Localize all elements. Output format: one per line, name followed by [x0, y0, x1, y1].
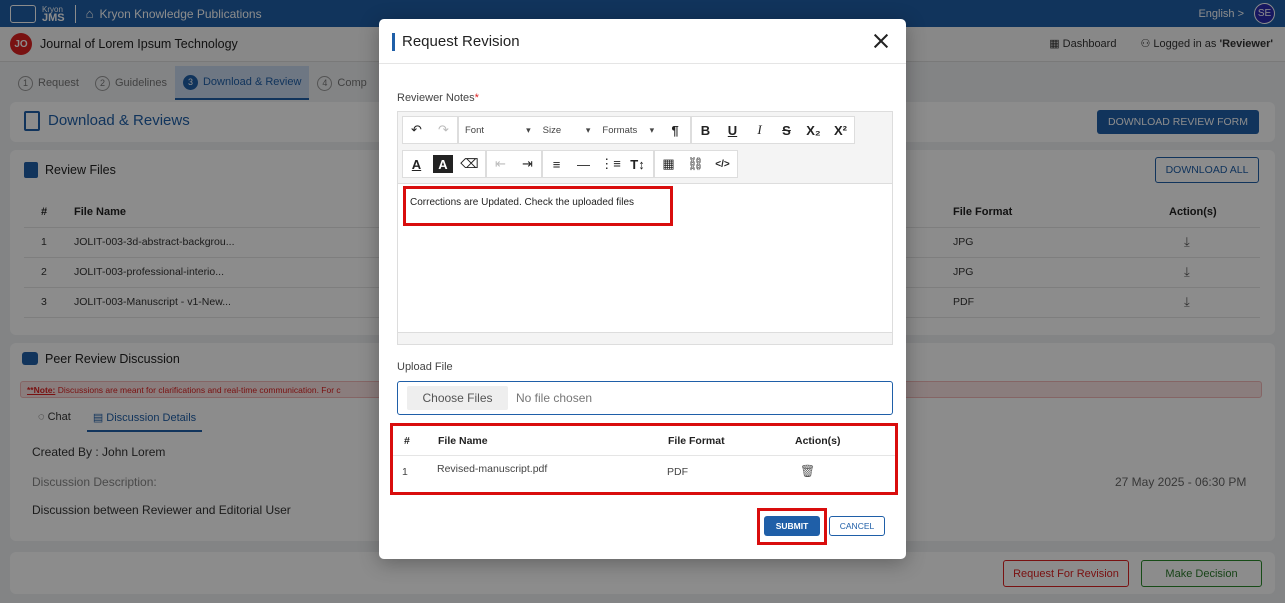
align-left-icon[interactable]: ≡: [543, 151, 570, 177]
highlight-color-icon[interactable]: A: [433, 155, 453, 173]
upload-file-label: Upload File: [397, 361, 453, 373]
italic-icon[interactable]: I: [746, 117, 773, 143]
paragraph-icon[interactable]: ¶: [660, 117, 690, 143]
file-upload-input[interactable]: Choose Files No file chosen: [397, 381, 893, 415]
no-file-text: No file chosen: [516, 391, 593, 405]
table-icon[interactable]: ▦: [655, 151, 682, 177]
chevron-down-icon: ▾: [526, 124, 531, 135]
line-height-icon[interactable]: T↕: [624, 151, 651, 177]
modal-title: Request Revision: [392, 33, 520, 51]
notes-highlight-box: [403, 186, 673, 226]
editor-toolbar: ↶ ↷ Font ▾ Size ▾ Formats ▾ ¶ B U I S X₂ X²…: [398, 112, 892, 184]
code-view-icon[interactable]: </>: [709, 151, 736, 177]
formats-select[interactable]: Formats ▾: [596, 117, 660, 143]
redo-icon[interactable]: ↷: [430, 117, 457, 143]
request-revision-modal: Request Revision Reviewer Notes* ↶ ↷ Fon…: [379, 19, 906, 559]
link-icon[interactable]: ⛓: [682, 151, 709, 177]
font-group: Font ▾ Size ▾ Formats ▾ ¶: [458, 116, 691, 144]
ordered-list-icon[interactable]: ⋮≡: [597, 151, 624, 177]
text-style-group: B U I S X₂ X²: [691, 116, 855, 144]
strikethrough-icon[interactable]: S: [773, 117, 800, 143]
bold-icon[interactable]: B: [692, 117, 719, 143]
undo-icon[interactable]: ↶: [403, 117, 430, 143]
notes-label-text: Reviewer Notes: [397, 92, 475, 104]
text-color-icon[interactable]: A: [403, 151, 430, 177]
required-mark: *: [474, 92, 479, 104]
indent-icon[interactable]: ⇥: [514, 151, 541, 177]
reviewer-notes-label: Reviewer Notes*: [397, 92, 479, 104]
indent-group: ⇤ ⇥: [486, 150, 542, 178]
font-select-label: Font: [465, 124, 485, 136]
superscript-icon[interactable]: X²: [827, 117, 854, 143]
horizontal-rule-icon[interactable]: —: [570, 151, 597, 177]
formats-select-label: Formats: [602, 124, 638, 136]
uploaded-files-highlight-box: [390, 423, 898, 495]
rich-text-editor: ↶ ↷ Font ▾ Size ▾ Formats ▾ ¶ B U I S X₂ X²…: [397, 111, 893, 345]
size-select-label: Size: [542, 124, 562, 136]
insert-group: ▦ ⛓ </>: [654, 150, 738, 178]
close-icon[interactable]: [872, 32, 890, 50]
choose-files-button[interactable]: Choose Files: [407, 386, 508, 410]
font-select[interactable]: Font ▾: [459, 117, 537, 143]
color-group: A A ⌫: [402, 150, 486, 178]
history-group: ↶ ↷: [402, 116, 458, 144]
underline-icon[interactable]: U: [719, 117, 746, 143]
modal-header: Request Revision: [379, 19, 906, 64]
subscript-icon[interactable]: X₂: [800, 117, 827, 143]
block-group: ≡ — ⋮≡ T↕: [542, 150, 654, 178]
size-select[interactable]: Size ▾: [537, 117, 597, 143]
chevron-down-icon: ▾: [585, 124, 591, 135]
cancel-button[interactable]: CANCEL: [829, 516, 885, 536]
eraser-icon[interactable]: ⌫: [456, 151, 483, 177]
editor-resize-bar[interactable]: [398, 332, 892, 344]
chevron-down-icon: ▾: [649, 124, 655, 135]
submit-highlight-box: [757, 508, 827, 545]
outdent-icon[interactable]: ⇤: [487, 151, 514, 177]
